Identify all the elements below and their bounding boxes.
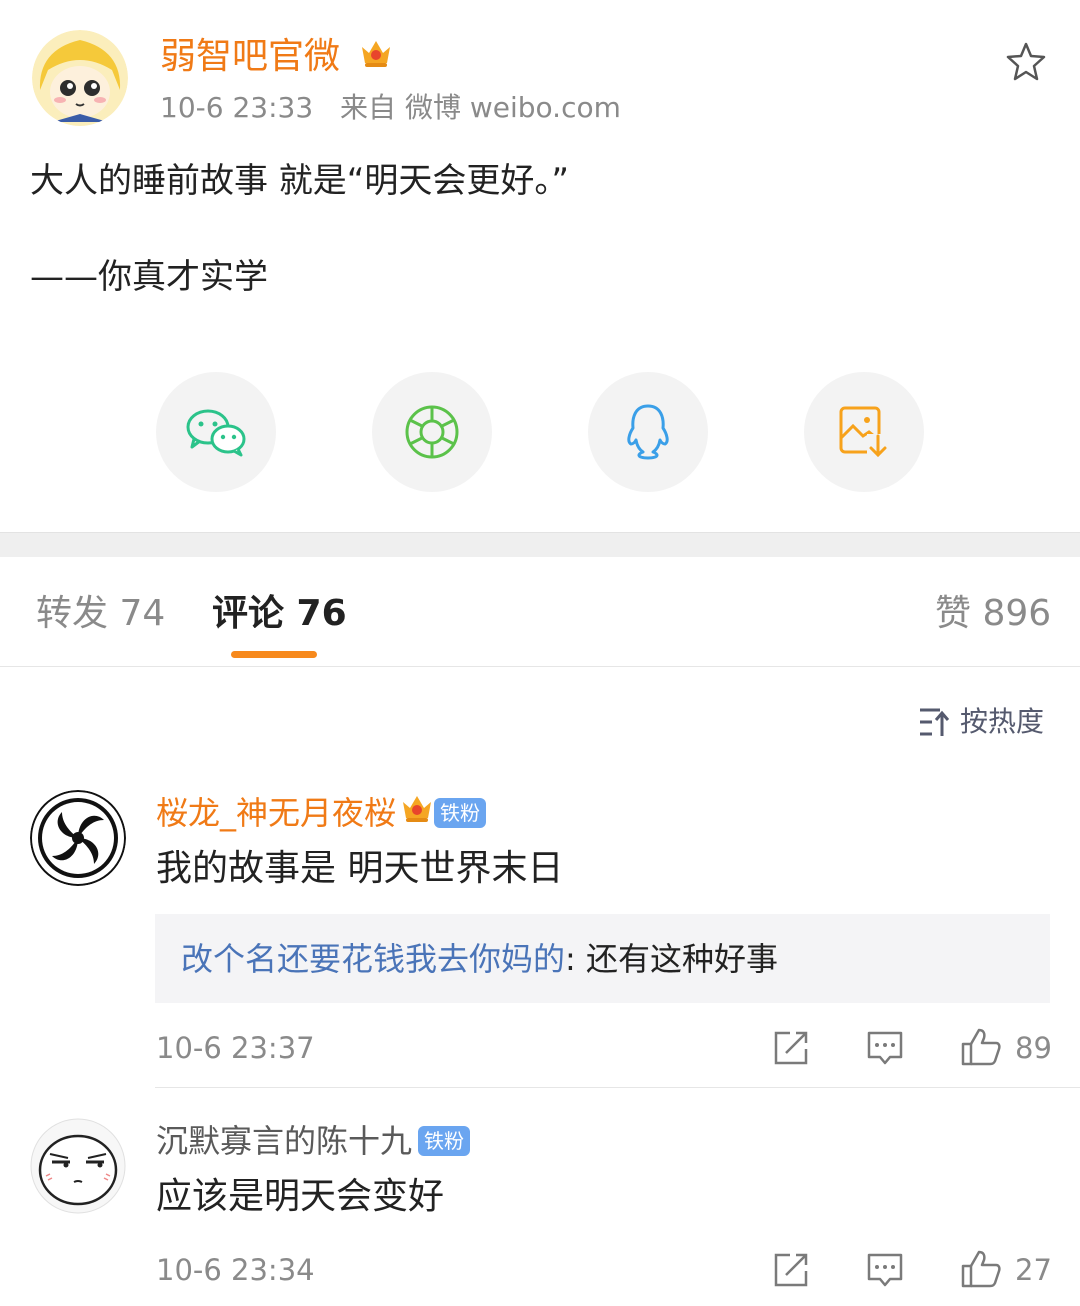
comment-separator	[155, 1087, 1080, 1088]
sort-icon	[920, 708, 950, 736]
reply-icon[interactable]	[866, 1029, 904, 1067]
fan-badge: 铁粉	[418, 1126, 471, 1156]
post-time: 10-6 23:33	[160, 91, 314, 124]
reply-separator: :	[565, 940, 576, 978]
comment-time: 10-6 23:34	[156, 1253, 315, 1287]
post-text-line2: ——你真才实学	[30, 257, 268, 297]
reply-text: 还有这种好事	[575, 940, 778, 978]
like-icon[interactable]	[960, 1249, 1002, 1289]
fan-badge: 铁粉	[434, 798, 487, 828]
share-qq-button[interactable]	[588, 372, 708, 492]
comment-time: 10-6 23:37	[156, 1031, 315, 1065]
like-icon[interactable]	[960, 1027, 1002, 1067]
repost-icon[interactable]	[772, 1029, 810, 1067]
qq-icon	[627, 404, 669, 460]
vip-crown-icon	[400, 792, 434, 834]
comment-text: 应该是明天会变好	[156, 1176, 445, 1217]
tab-reposts[interactable]: 转发 74	[36, 590, 165, 638]
share-wechat-button[interactable]	[156, 372, 276, 492]
comment-author[interactable]: 沉默寡言的陈十九 铁粉	[156, 1120, 471, 1162]
sort-button[interactable]: 按热度	[918, 702, 1044, 742]
author-avatar[interactable]	[32, 30, 128, 126]
share-moments-button[interactable]	[372, 372, 492, 492]
post-meta: 10-6 23:33 来自 微博 weibo.com	[160, 88, 621, 128]
repost-icon[interactable]	[772, 1251, 810, 1289]
moments-icon	[405, 405, 459, 459]
reply-preview[interactable]: 改个名还要花钱我去你妈的: 还有这种好事	[155, 914, 1050, 1003]
post-text-line1: 大人的睡前故事 就是“明天会更好。”	[30, 161, 570, 201]
comment-author-name[interactable]: 沉默寡言的陈十九	[156, 1120, 412, 1162]
reply-icon[interactable]	[866, 1251, 904, 1289]
author-name-text[interactable]: 弱智吧官微	[160, 36, 340, 77]
post-source: 来自 微博 weibo.com	[340, 91, 621, 124]
like-count: 27	[1015, 1253, 1052, 1287]
favorite-star-icon[interactable]	[1004, 40, 1048, 84]
comment-author[interactable]: 桜龙_神无月夜桜 铁粉	[156, 792, 487, 834]
tab-bar-border	[0, 666, 1080, 667]
author-name[interactable]: 弱智吧官微	[160, 34, 393, 81]
save-image-icon	[839, 406, 889, 458]
sort-label[interactable]: 按热度	[960, 702, 1044, 742]
comment-author-name[interactable]: 桜龙_神无月夜桜	[156, 792, 396, 834]
comment-avatar[interactable]	[30, 1118, 126, 1214]
comment-text: 我的故事是 明天世界末日	[156, 848, 564, 889]
wechat-icon	[186, 409, 246, 457]
tab-likes[interactable]: 赞 896	[935, 590, 1051, 638]
like-count: 89	[1015, 1031, 1052, 1065]
section-divider	[0, 532, 1080, 557]
share-save-image-button[interactable]	[804, 372, 924, 492]
tab-active-indicator	[231, 651, 317, 658]
vip-crown-icon	[359, 35, 393, 81]
reply-author[interactable]: 改个名还要花钱我去你妈的	[181, 940, 565, 978]
comment-avatar[interactable]	[30, 790, 126, 886]
tab-comments[interactable]: 评论 76	[212, 590, 347, 638]
